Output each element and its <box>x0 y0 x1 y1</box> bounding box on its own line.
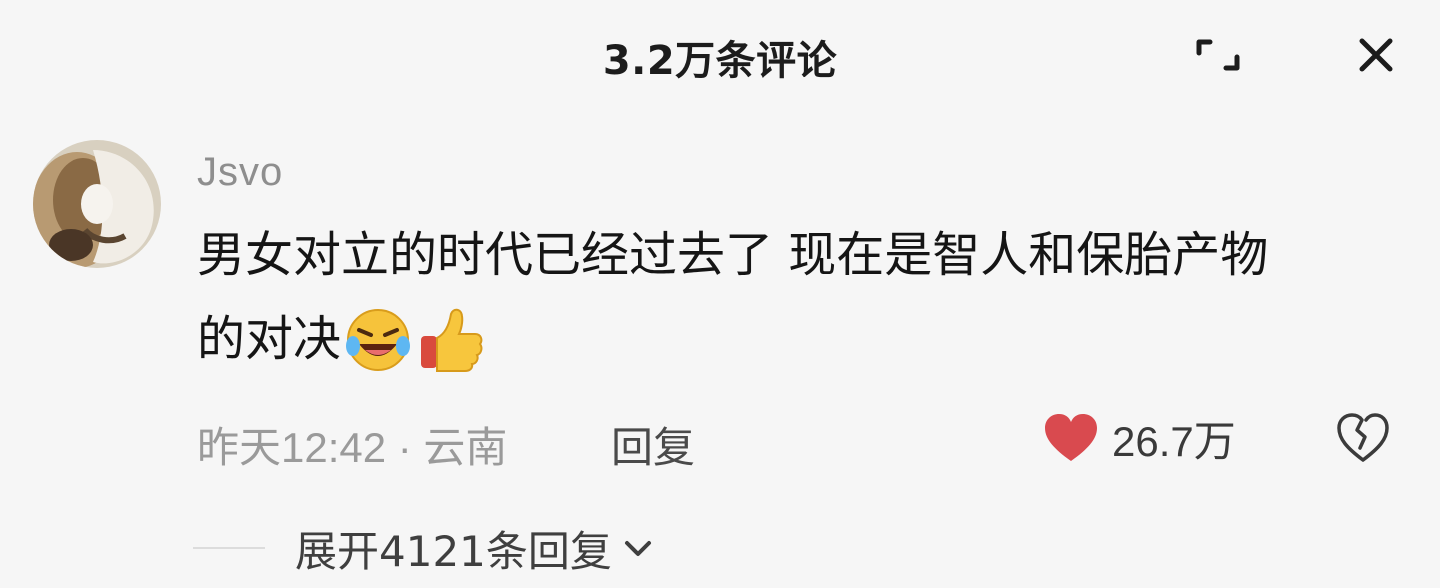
comments-header: 3.2万条评论 <box>0 0 1440 105</box>
comment-meta-row: 昨天12:42 · 云南 回复 26.7万 <box>197 410 1437 472</box>
user-avatar[interactable] <box>33 140 161 268</box>
expand-icon[interactable] <box>1193 30 1243 80</box>
comment-panel: 3.2万条评论 Jsvo 男女对立的时代已经过去了 现在是智人和保胎产物 的对决… <box>0 0 1440 588</box>
expand-replies-button[interactable]: 展开4121条回复 <box>295 518 658 579</box>
broken-heart-icon[interactable] <box>1335 410 1391 466</box>
username[interactable]: Jsvo <box>197 150 283 195</box>
close-icon[interactable] <box>1351 30 1401 80</box>
thumbs-up-emoji <box>415 302 489 376</box>
divider-line <box>193 547 265 549</box>
comment-text-line1: 男女对立的时代已经过去了 现在是智人和保胎产物 <box>197 227 1269 283</box>
comment-item: Jsvo 男女对立的时代已经过去了 现在是智人和保胎产物 的对决 昨天12:42… <box>0 120 1440 588</box>
chevron-down-icon <box>618 528 658 568</box>
expand-replies-label: 展开4121条回复 <box>295 526 612 576</box>
expand-replies-row: 展开4121条回复 <box>193 516 658 580</box>
heart-icon <box>1045 414 1097 461</box>
comment-text: 男女对立的时代已经过去了 现在是智人和保胎产物 的对决 <box>197 213 1397 381</box>
comment-text-line2-row: 的对决 <box>197 297 1397 381</box>
comment-time-location: 昨天12:42 · 云南 <box>197 424 508 471</box>
comment-text-line2: 的对决 <box>197 311 342 367</box>
like-count: 26.7万 <box>1112 417 1236 465</box>
like-button[interactable]: 26.7万 <box>1042 410 1236 466</box>
reply-button[interactable]: 回复 <box>611 414 695 475</box>
laughing-crying-emoji <box>341 302 415 376</box>
